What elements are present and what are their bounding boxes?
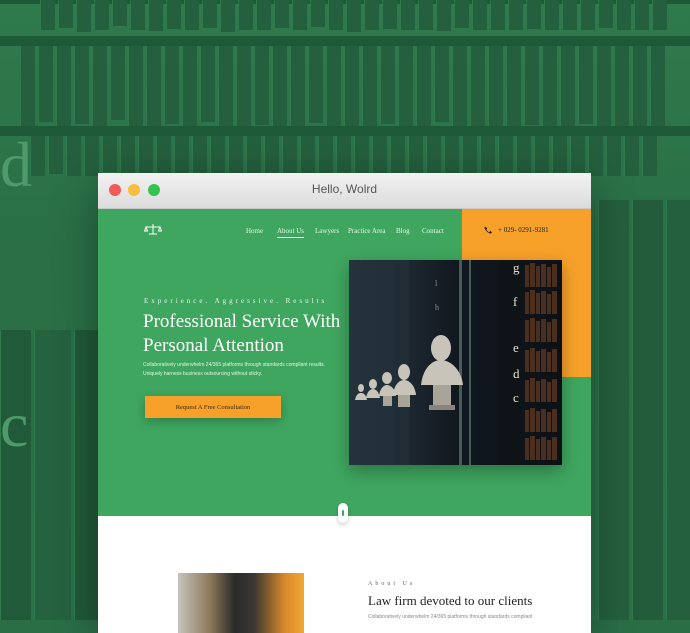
window-title: Hello, Wolrd xyxy=(311,182,378,196)
photo-letter: h xyxy=(435,303,439,312)
nav-about-us[interactable]: About Us xyxy=(277,227,305,238)
nav-contact[interactable]: Contact xyxy=(422,227,444,235)
photo-letter: g xyxy=(513,260,520,275)
shelf xyxy=(0,36,690,46)
book-row xyxy=(598,200,690,620)
hero-kicker: Experience. Aggressive. Results xyxy=(144,297,328,305)
bg-letter: d xyxy=(0,129,32,200)
phone-contact[interactable]: + 029- 0291-9281 xyxy=(484,226,549,234)
scales-icon[interactable] xyxy=(143,223,163,240)
nav-blog[interactable]: Blog xyxy=(396,227,410,235)
nav-home[interactable]: Home xyxy=(246,227,263,235)
photo-letter: f xyxy=(513,294,518,309)
phone-icon xyxy=(484,226,492,234)
window-titlebar: Hello, Wolrd xyxy=(98,173,591,209)
photo-letter: e xyxy=(513,340,519,355)
book-row xyxy=(30,136,657,176)
library-busts-photo: g f e d c l h xyxy=(349,260,562,465)
about-photo xyxy=(178,573,304,633)
nav-practice-area[interactable]: Practice Area xyxy=(348,227,386,235)
shelf xyxy=(0,126,690,136)
request-consultation-button[interactable]: Request A Free Consultation xyxy=(145,396,281,418)
bg-letter: c xyxy=(0,389,29,460)
hero-description: Collaboratively underwhelm 24/365 platfo… xyxy=(143,362,326,377)
book-row xyxy=(40,0,667,32)
about-title: Law firm devoted to our clients xyxy=(368,593,533,608)
phone-number: + 029- 0291-9281 xyxy=(498,226,549,234)
photo-letter: c xyxy=(513,390,519,405)
book-row xyxy=(20,46,665,128)
photo-letter: d xyxy=(513,366,520,381)
browser-window: Hello, Wolrd Home About Us Lawyers Pract… xyxy=(98,173,591,633)
hero-headline: Professional Service With Personal Atten… xyxy=(143,311,341,356)
scroll-down-indicator[interactable] xyxy=(338,503,348,523)
about-text: Collaboratively underwhelm 24/365 platfo… xyxy=(368,614,533,620)
nav-lawyers[interactable]: Lawyers xyxy=(315,227,339,235)
book-row xyxy=(0,330,101,620)
about-kicker: About Us xyxy=(368,581,416,587)
